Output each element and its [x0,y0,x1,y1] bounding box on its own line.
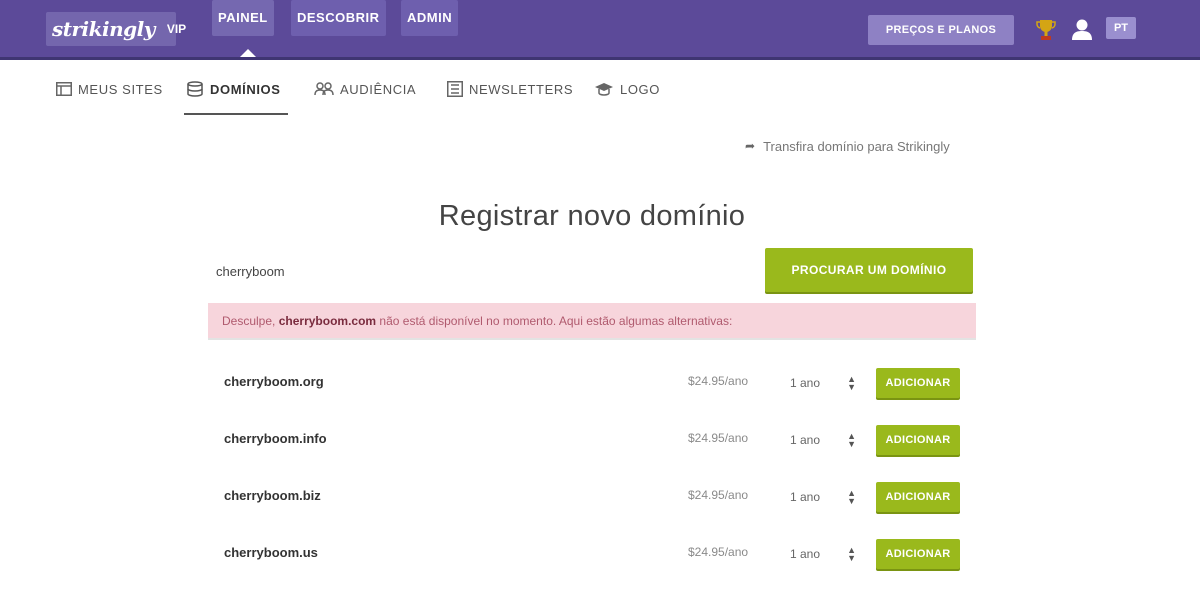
arrow-icon: ➦ [745,139,756,153]
domain-search-row: PROCURAR UM DOMÍNIO [208,248,976,294]
period-value: 1 ano [790,547,821,561]
subnav-meus-sites[interactable]: MEUS SITES [56,78,163,100]
period-value: 1 ano [790,433,821,447]
subnav-dominios[interactable]: DOMÍNIOS [186,78,281,100]
subnav-label: DOMÍNIOS [210,81,281,97]
domain-row: cherryboom.org $24.95/ano 1 ano ▲ ▼ ADICI… [208,356,976,412]
nav-admin[interactable]: ADMIN [401,0,459,36]
domain-price: $24.95/ano [688,374,749,388]
subnav-audiencia[interactable]: AUDIÊNCIA [314,78,416,100]
domain-name: cherryboom.info [224,431,327,446]
search-domain-button[interactable]: PROCURAR UM DOMÍNIO [765,248,973,292]
sites-icon [56,82,72,96]
domain-price: $24.95/ano [688,431,749,445]
language-selector[interactable]: PT [1106,17,1136,39]
domain-name: cherryboom.us [224,545,318,560]
domains-icon [186,81,204,97]
period-select[interactable]: 1 ano ▲ ▼ [784,369,860,397]
logo-maker-icon [594,82,614,96]
domain-search-input[interactable] [208,248,748,294]
add-domain-button[interactable]: ADICIONAR [876,425,960,455]
domain-name: cherryboom.biz [224,488,321,503]
top-navigation-bar: strikingly VIP PAINEL DESCOBRIR ADMIN PR… [0,0,1200,57]
add-domain-button[interactable]: ADICIONAR [876,539,960,569]
period-value: 1 ano [790,490,821,504]
period-value: 1 ano [790,376,821,390]
period-select[interactable]: 1 ano ▲ ▼ [784,426,860,454]
domain-row: cherryboom.info $24.95/ano 1 ano ▲ ▼ ADIC… [208,413,976,469]
user-account-icon[interactable] [1071,17,1093,41]
subnav-label: LOGO [620,81,660,97]
subnav-label: AUDIÊNCIA [340,81,417,97]
vip-badge: VIP [166,22,187,36]
transfer-domain-link[interactable]: ➦ Transfira domínio para Strikingly [745,136,950,156]
active-tab-underline [184,113,288,115]
domain-row: cherryboom.biz $24.95/ano 1 ano ▲ ▼ ADICI… [208,470,976,526]
newsletter-icon [447,81,463,97]
period-select[interactable]: 1 ano ▲ ▼ [784,540,860,568]
nav-descobrir[interactable]: DESCOBRIR [291,0,386,36]
sub-navigation: MEUS SITES DOMÍNIOS AUDIÊNCIA NEWSLETTER… [0,60,1200,118]
up-down-arrows-icon: ▲ ▼ [847,545,856,563]
alert-prefix: Desculpe, [222,314,276,328]
alert-domain: cherryboom.com [278,314,377,328]
transfer-domain-label: Transfira domínio para Strikingly [763,138,950,154]
up-down-arrows-icon: ▲ ▼ [847,488,856,506]
nav-painel[interactable]: PAINEL [212,0,274,36]
pricing-plans-button[interactable]: PREÇOS E PLANOS [868,15,1014,45]
subnav-logo[interactable]: LOGO [594,78,660,100]
active-nav-indicator [240,49,256,57]
up-down-arrows-icon: ▲ ▼ [847,374,856,392]
up-down-arrows-icon: ▲ ▼ [847,431,856,449]
domain-price: $24.95/ano [688,545,749,559]
domain-name: cherryboom.org [224,374,324,389]
logo-text: strikingly [52,17,155,41]
unavailable-domain-alert: Desculpe, cherryboom.com não está dispon… [208,303,976,340]
subnav-label: MEUS SITES [78,81,163,97]
subnav-label: NEWSLETTERS [469,81,574,97]
audience-icon [314,82,334,96]
subnav-newsletters[interactable]: NEWSLETTERS [447,78,573,100]
add-domain-button[interactable]: ADICIONAR [876,482,960,512]
trophy-icon[interactable] [1036,18,1056,42]
add-domain-button[interactable]: ADICIONAR [876,368,960,398]
strikingly-logo[interactable]: strikingly VIP [46,12,186,46]
page-title: Registrar novo domínio [438,200,746,232]
period-select[interactable]: 1 ano ▲ ▼ [784,483,860,511]
domain-row: cherryboom.us $24.95/ano 1 ano ▲ ▼ ADICIO… [208,527,976,583]
alert-message: não está disponível no momento. Aqui est… [379,314,733,328]
domain-price: $24.95/ano [688,488,749,502]
